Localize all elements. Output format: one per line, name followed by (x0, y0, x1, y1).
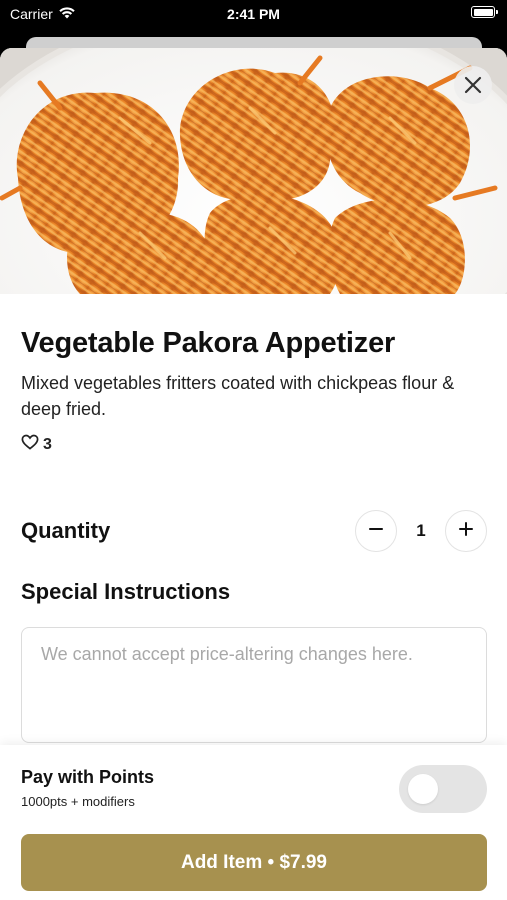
close-button[interactable] (454, 66, 492, 104)
like-count: 3 (43, 435, 52, 453)
pay-with-points-label: Pay with Points (21, 767, 155, 787)
increment-button[interactable] (445, 510, 487, 552)
points-cost-label: 1000pts + modifiers (21, 794, 135, 809)
close-icon (464, 76, 482, 94)
special-instructions-input[interactable] (21, 627, 487, 743)
special-instructions-label: Special Instructions (21, 579, 231, 604)
battery-icon (471, 6, 498, 18)
quantity-value: 1 (416, 521, 426, 540)
status-time: 2:41 PM (227, 6, 280, 22)
status-bar: Carrier 2:41 PM (0, 0, 507, 30)
item-title: Vegetable Pakora Appetizer (21, 327, 396, 359)
decrement-button[interactable] (355, 510, 397, 552)
quantity-label: Quantity (21, 518, 111, 543)
pay-with-points-toggle[interactable] (399, 765, 487, 813)
heart-outline-icon (21, 434, 39, 455)
toggle-knob (408, 774, 438, 804)
add-item-button[interactable]: Add Item • $7.99 (21, 834, 487, 891)
quantity-stepper: 1 (355, 510, 487, 552)
fried-pakora-photo (0, 48, 507, 294)
minus-icon (369, 522, 383, 541)
checkout-panel: Pay with Points 1000pts + modifiers Add … (0, 745, 507, 900)
status-right (471, 6, 498, 18)
plus-icon (459, 521, 473, 541)
item-detail-sheet: Vegetable Pakora Appetizer Mixed vegetab… (0, 48, 507, 900)
item-description: Mixed vegetables fritters coated with ch… (21, 373, 455, 419)
like-counter[interactable]: 3 (21, 434, 52, 455)
